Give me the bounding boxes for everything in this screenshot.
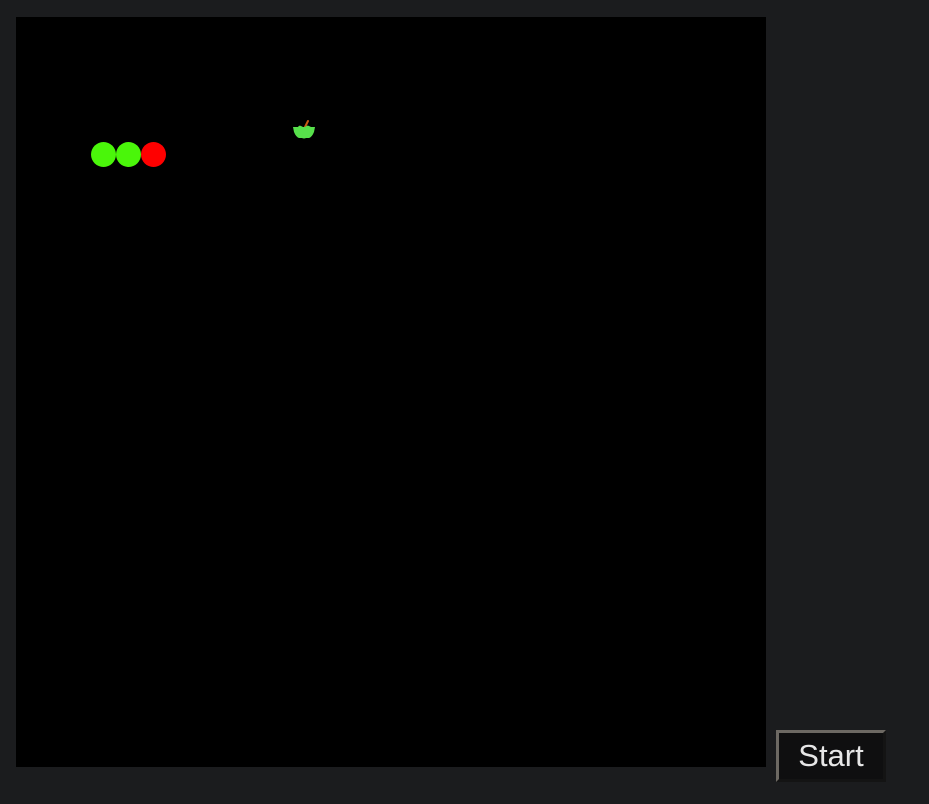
snake-body-segment [91,142,116,167]
start-button[interactable]: Start [776,730,886,782]
apple-body [293,125,315,139]
snake-head [141,142,166,167]
game-board [16,17,766,767]
snake-body-segment [116,142,141,167]
apple-icon [293,120,315,139]
